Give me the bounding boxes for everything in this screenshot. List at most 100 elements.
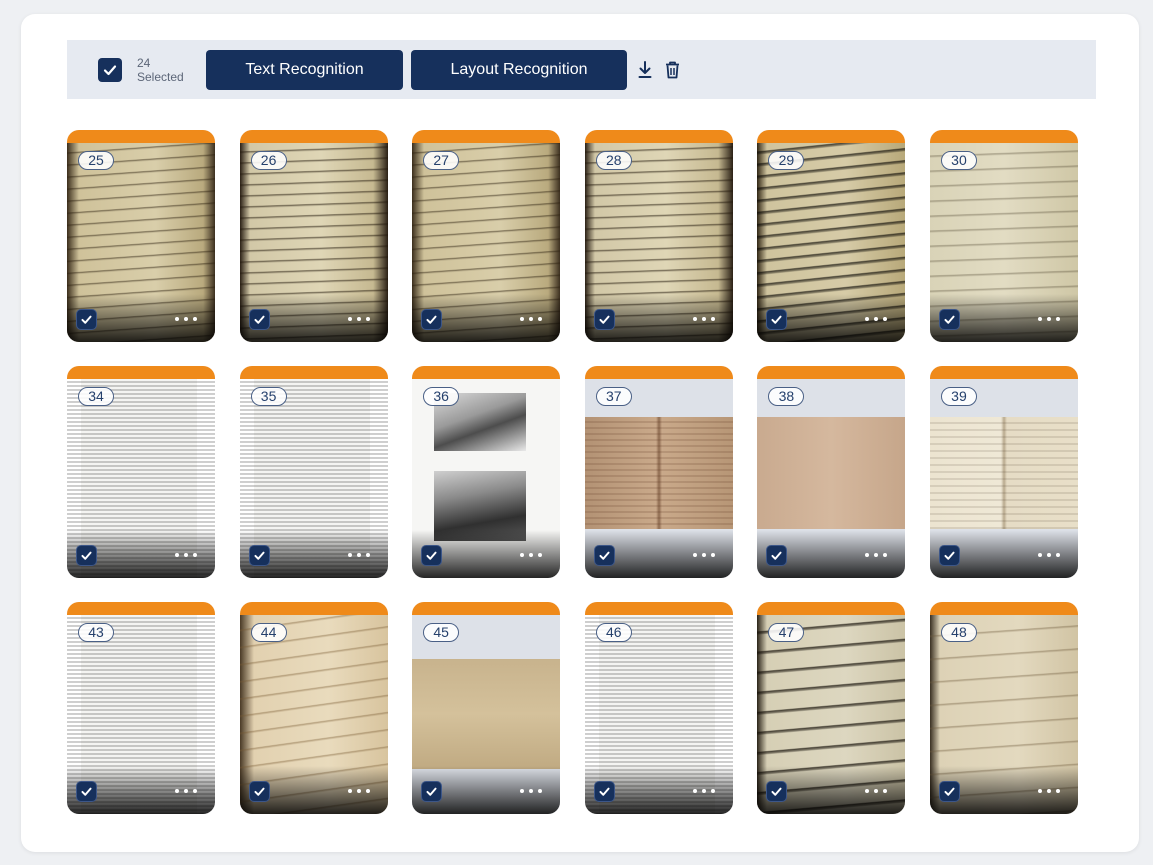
more-options-icon[interactable] bbox=[347, 550, 370, 560]
card-checkbox[interactable] bbox=[421, 781, 443, 802]
document-card[interactable]: 44 bbox=[239, 602, 388, 814]
more-options-icon[interactable] bbox=[347, 314, 370, 324]
document-card[interactable]: 28 bbox=[584, 130, 733, 342]
card-status-band bbox=[929, 602, 1078, 615]
document-card[interactable]: 26 bbox=[239, 130, 388, 342]
check-icon bbox=[426, 315, 437, 324]
page-number-badge: 30 bbox=[940, 151, 977, 170]
page-number-badge: 36 bbox=[423, 387, 460, 406]
card-checkbox[interactable] bbox=[766, 545, 788, 566]
check-icon bbox=[426, 787, 437, 796]
card-status-band bbox=[584, 130, 733, 143]
more-options-icon[interactable] bbox=[1037, 550, 1060, 560]
document-card[interactable]: 46 bbox=[584, 602, 733, 814]
select-all-checkbox[interactable] bbox=[98, 57, 122, 82]
card-checkbox[interactable] bbox=[76, 309, 97, 330]
more-options-icon[interactable] bbox=[520, 786, 543, 796]
check-icon bbox=[944, 551, 955, 560]
more-options-icon[interactable] bbox=[175, 786, 197, 796]
selection-toolbar: 24 Selected Text Recognition Layout Reco… bbox=[67, 40, 1096, 99]
check-icon bbox=[254, 787, 265, 796]
card-status-band bbox=[757, 602, 906, 615]
more-options-icon[interactable] bbox=[520, 550, 543, 560]
document-card[interactable]: 48 bbox=[929, 602, 1078, 814]
more-options-icon[interactable] bbox=[1037, 314, 1060, 324]
card-status-band bbox=[412, 366, 561, 379]
more-options-icon[interactable] bbox=[865, 314, 888, 324]
more-options-icon[interactable] bbox=[692, 550, 715, 560]
selected-count: 24 Selected bbox=[137, 55, 184, 84]
card-status-band bbox=[584, 602, 733, 615]
document-card[interactable]: 37 bbox=[584, 366, 733, 578]
card-checkbox[interactable] bbox=[593, 781, 615, 802]
card-checkbox[interactable] bbox=[76, 781, 97, 802]
card-checkbox[interactable] bbox=[766, 781, 788, 802]
page-scan bbox=[584, 417, 733, 529]
more-options-icon[interactable] bbox=[692, 314, 715, 324]
card-checkbox[interactable] bbox=[938, 781, 960, 802]
document-card[interactable]: 29 bbox=[757, 130, 906, 342]
document-card[interactable]: 38 bbox=[757, 366, 906, 578]
more-options-icon[interactable] bbox=[692, 786, 715, 796]
more-options-icon[interactable] bbox=[865, 786, 888, 796]
document-card[interactable]: 47 bbox=[757, 602, 906, 814]
card-checkbox[interactable] bbox=[938, 309, 960, 330]
text-recognition-button[interactable]: Text Recognition bbox=[206, 49, 403, 90]
page-number-badge: 38 bbox=[768, 387, 805, 406]
check-icon bbox=[771, 787, 782, 796]
card-checkbox[interactable] bbox=[593, 545, 615, 566]
page-number-badge: 34 bbox=[78, 387, 114, 406]
card-checkbox[interactable] bbox=[938, 545, 960, 566]
document-card[interactable]: 30 bbox=[929, 130, 1078, 342]
card-checkbox[interactable] bbox=[421, 545, 443, 566]
page-number-badge: 37 bbox=[595, 387, 632, 406]
document-card[interactable]: 39 bbox=[929, 366, 1078, 578]
layout-recognition-button[interactable]: Layout Recognition bbox=[411, 49, 627, 90]
check-icon bbox=[944, 315, 955, 324]
more-options-icon[interactable] bbox=[1037, 786, 1060, 796]
card-status-band bbox=[239, 602, 388, 615]
card-checkbox[interactable] bbox=[248, 781, 270, 802]
card-status-band bbox=[412, 130, 561, 143]
card-status-band bbox=[67, 366, 215, 379]
check-icon bbox=[103, 64, 117, 75]
page-number-badge: 35 bbox=[250, 387, 287, 406]
document-card[interactable]: 45 bbox=[412, 602, 561, 814]
trash-icon[interactable] bbox=[664, 60, 680, 80]
check-icon bbox=[599, 315, 610, 324]
document-card[interactable]: 36 bbox=[412, 366, 561, 578]
card-checkbox[interactable] bbox=[421, 309, 443, 330]
page-scan bbox=[757, 417, 906, 529]
card-status-band bbox=[239, 130, 388, 143]
page-number-badge: 39 bbox=[940, 387, 977, 406]
document-card[interactable]: 43 bbox=[67, 602, 215, 814]
card-status-band bbox=[67, 602, 215, 615]
page-number-badge: 28 bbox=[595, 151, 632, 170]
check-icon bbox=[254, 315, 265, 324]
page-number-badge: 43 bbox=[78, 623, 114, 642]
card-checkbox[interactable] bbox=[766, 309, 788, 330]
page-number-badge: 46 bbox=[595, 623, 632, 642]
page-scan bbox=[929, 417, 1078, 529]
more-options-icon[interactable] bbox=[347, 786, 370, 796]
document-card[interactable]: 27 bbox=[412, 130, 561, 342]
card-checkbox[interactable] bbox=[248, 309, 270, 330]
check-icon bbox=[944, 787, 955, 796]
document-card[interactable]: 34 bbox=[67, 366, 215, 578]
more-options-icon[interactable] bbox=[520, 314, 543, 324]
card-status-band bbox=[584, 366, 733, 379]
card-status-band bbox=[757, 130, 906, 143]
card-checkbox[interactable] bbox=[593, 309, 615, 330]
check-icon bbox=[771, 315, 782, 324]
card-checkbox[interactable] bbox=[248, 545, 270, 566]
page-number-badge: 47 bbox=[768, 623, 805, 642]
more-options-icon[interactable] bbox=[175, 314, 197, 324]
more-options-icon[interactable] bbox=[175, 550, 197, 560]
more-options-icon[interactable] bbox=[865, 550, 888, 560]
card-checkbox[interactable] bbox=[76, 545, 97, 566]
download-icon[interactable] bbox=[637, 60, 653, 80]
document-card[interactable]: 35 bbox=[239, 366, 388, 578]
check-icon bbox=[81, 787, 92, 796]
check-icon bbox=[81, 551, 92, 560]
document-card[interactable]: 25 bbox=[67, 130, 215, 342]
